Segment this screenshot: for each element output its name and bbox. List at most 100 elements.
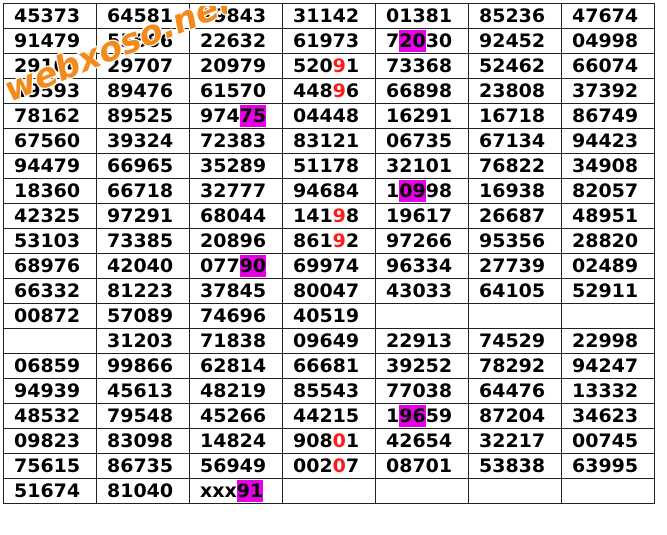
number-cell: 99866	[96, 353, 190, 379]
number-cell: 29104	[3, 53, 97, 79]
number-cell: 67560	[3, 128, 97, 154]
number-cell: 48951	[561, 203, 655, 229]
number-cell: 89476	[96, 78, 190, 104]
number-cell: 86749	[561, 103, 655, 129]
number-cell: 29707	[96, 53, 190, 79]
number-cell: 14824	[189, 428, 283, 454]
number-cell: 71838	[189, 328, 283, 354]
number-cell: 66965	[96, 153, 190, 179]
number-cell: 22998	[561, 328, 655, 354]
grid-row: 75615 86735 56949 00207 08701 53838 63995	[3, 453, 655, 479]
number-cell: 53838	[468, 453, 562, 479]
number-cell: 04998	[561, 28, 655, 54]
number-cell: 61570	[189, 78, 283, 104]
grid-row: 09823 83098 14824 90801 42654 32217 00745	[3, 428, 655, 454]
highlight-digits: 9	[332, 80, 346, 102]
number-cell: 74529	[468, 328, 562, 354]
number-cell: 02489	[561, 253, 655, 279]
number-cell: 40519	[282, 303, 376, 329]
number-cell: 90801	[282, 428, 376, 454]
number-cell: 43033	[375, 278, 469, 304]
number-cell: 75615	[3, 453, 97, 479]
number-cell: 91479	[3, 28, 97, 54]
number-cell: 68976	[3, 253, 97, 279]
number-cell: 20979	[189, 53, 283, 79]
number-cell: 82057	[561, 178, 655, 204]
number-cell: 76822	[468, 153, 562, 179]
number-cell	[468, 303, 562, 329]
grid-row: 18360 66718 32777 94684 10998 16938 82057	[3, 178, 655, 204]
number-cell: 32777	[189, 178, 283, 204]
number-cell: 63995	[561, 453, 655, 479]
number-cell: 35289	[189, 153, 283, 179]
grid-row: 68976 42040 07790 69974 96334 27739 02489	[3, 253, 655, 279]
number-cell: 09823	[3, 428, 97, 454]
number-grid: 45373 64581 79843 31142 01381 85236 47674 91479…	[3, 3, 655, 504]
grid-row: 00872 57089 74696 40519	[3, 303, 655, 329]
highlight-digits: 9	[332, 205, 346, 227]
number-cell: 73368	[375, 53, 469, 79]
number-cell: 10998	[375, 178, 469, 204]
number-cell: 61973	[282, 28, 376, 54]
number-cell: 45266	[189, 403, 283, 429]
number-cell: 69974	[282, 253, 376, 279]
number-cell: 34623	[561, 403, 655, 429]
number-cell: 48532	[3, 403, 97, 429]
number-cell: 94423	[561, 128, 655, 154]
number-cell: 00207	[282, 453, 376, 479]
number-cell: 31203	[96, 328, 190, 354]
number-cell: 85543	[282, 378, 376, 404]
grid-row: 78162 89525 97475 04448 16291 16718 86749	[3, 103, 655, 129]
number-cell: 37845	[189, 278, 283, 304]
number-cell: 06859	[3, 353, 97, 379]
number-cell: 81223	[96, 278, 190, 304]
number-cell: 00745	[561, 428, 655, 454]
number-cell	[3, 328, 97, 354]
number-cell: 16291	[375, 103, 469, 129]
number-cell: 45613	[96, 378, 190, 404]
number-cell: 66332	[3, 278, 97, 304]
number-cell: 22632	[189, 28, 283, 54]
grid-row: 91479 55666 22632 61973 72030 92452 04998	[3, 28, 655, 54]
number-cell: 42325	[3, 203, 97, 229]
number-cell: 39324	[96, 128, 190, 154]
number-cell: 64476	[468, 378, 562, 404]
number-cell: 52091	[282, 53, 376, 79]
grid-row: 45373 64581 79843 31142 01381 85236 47674	[3, 3, 655, 29]
number-cell: 26687	[468, 203, 562, 229]
number-cell: 94247	[561, 353, 655, 379]
number-cell: 83098	[96, 428, 190, 454]
number-cell: 01381	[375, 3, 469, 29]
number-cell	[282, 478, 376, 504]
grid-row: 53103 73385 20896 86192 97266 95356 28820	[3, 228, 655, 254]
number-cell	[375, 478, 469, 504]
number-cell: 37392	[561, 78, 655, 104]
number-cell: 83121	[282, 128, 376, 154]
number-cell: 27739	[468, 253, 562, 279]
number-cell: 08701	[375, 453, 469, 479]
number-cell: 68044	[189, 203, 283, 229]
number-cell: 72383	[189, 128, 283, 154]
number-cell: 97475	[189, 103, 283, 129]
number-cell: 66681	[282, 353, 376, 379]
number-cell: 66074	[561, 53, 655, 79]
grid-row: 49593 89476 61570 44896 66898 23808 37392	[3, 78, 655, 104]
grid-row: 67560 39324 72383 83121 06735 67134 94423	[3, 128, 655, 154]
number-cell: 66898	[375, 78, 469, 104]
number-cell: 81040	[96, 478, 190, 504]
number-cell: xxx91	[189, 478, 283, 504]
number-cell: 94939	[3, 378, 97, 404]
highlight-digits: 9	[332, 55, 346, 77]
number-cell: 42040	[96, 253, 190, 279]
number-cell: 94684	[282, 178, 376, 204]
number-cell: 48219	[189, 378, 283, 404]
number-cell: 86192	[282, 228, 376, 254]
highlight-digits: 09	[399, 180, 426, 202]
number-cell	[468, 478, 562, 504]
number-cell: 72030	[375, 28, 469, 54]
number-cell: 64105	[468, 278, 562, 304]
highlight-digits: 0	[332, 430, 346, 452]
grid-row: 42325 97291 68044 14198 19617 26687 48951	[3, 203, 655, 229]
number-cell: 67134	[468, 128, 562, 154]
number-cell: 52462	[468, 53, 562, 79]
